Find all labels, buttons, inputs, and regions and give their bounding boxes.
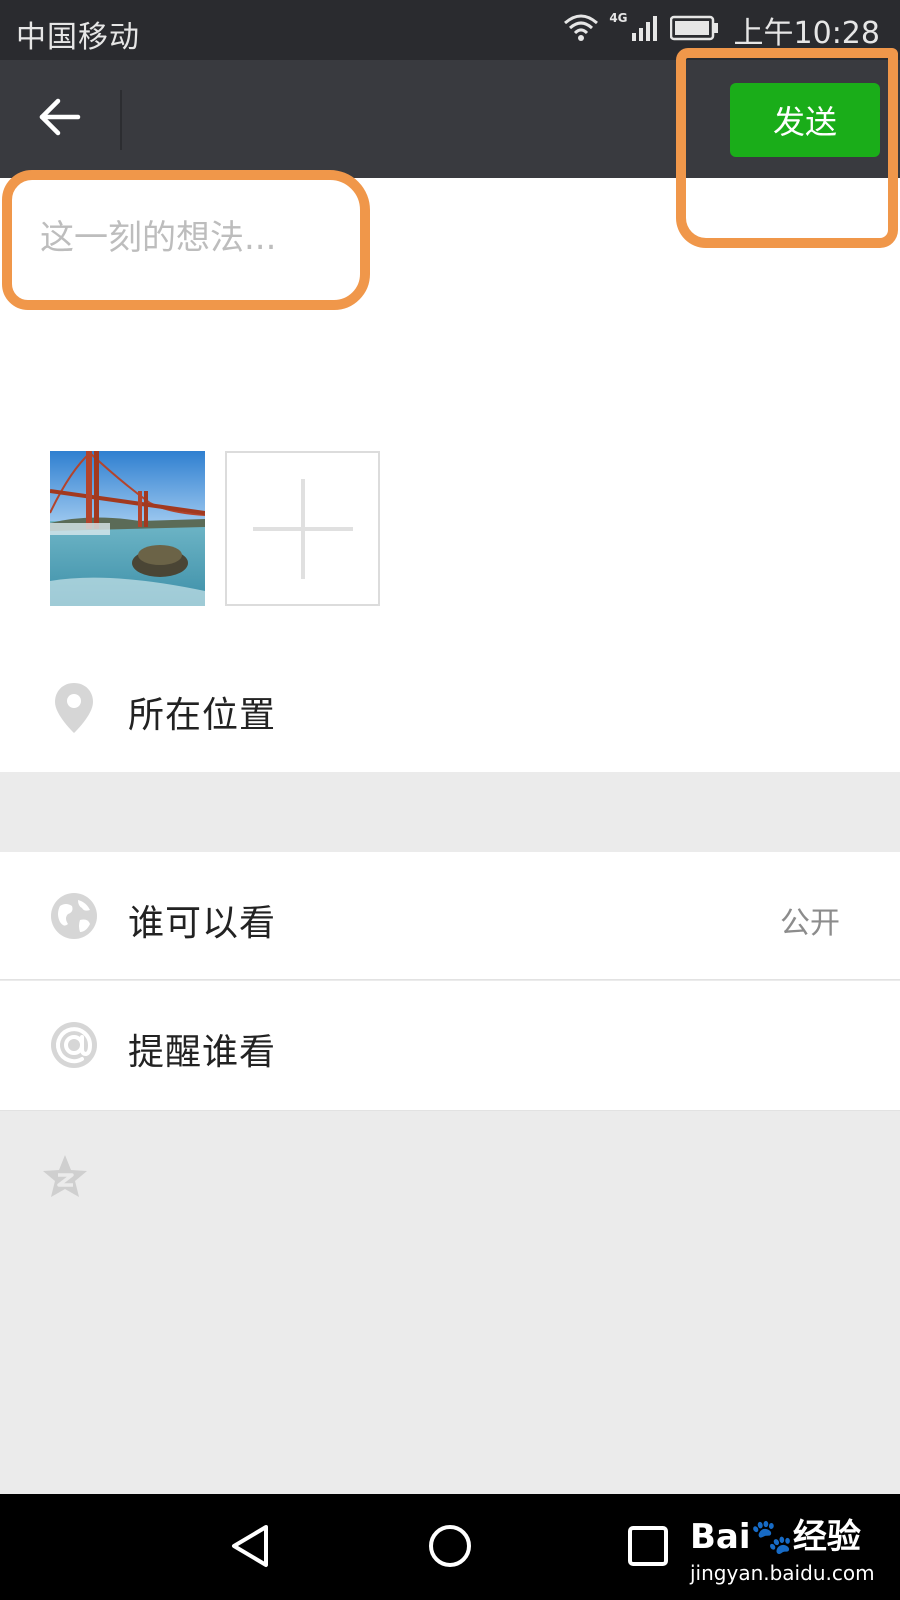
location-row[interactable]: 所在位置 — [0, 644, 900, 772]
status-icons: 4G 上午10:28 — [563, 10, 880, 51]
android-recents-button[interactable] — [620, 1520, 676, 1576]
carrier-name: 中国移动 — [16, 20, 140, 55]
android-back-button[interactable] — [222, 1520, 278, 1576]
android-home-button[interactable] — [422, 1520, 478, 1576]
network-type-label: 4G — [609, 11, 628, 25]
status-bar: 中国移动 4G 上午10:28 — [0, 0, 900, 60]
add-photo-button[interactable] — [225, 451, 380, 606]
signal-icon — [630, 13, 660, 47]
arrow-left-icon — [38, 97, 82, 141]
moments-compose-screen: 中国移动 4G 上午10:28 发送 这一刻的想法... 所在位置 谁可以看 公… — [0, 0, 900, 1600]
globe-icon — [50, 888, 98, 944]
nav-divider — [120, 90, 122, 150]
location-label: 所在位置 — [128, 695, 277, 736]
battery-icon — [669, 15, 720, 45]
wifi-icon — [563, 13, 599, 47]
send-button[interactable]: 发送 — [730, 83, 880, 157]
visibility-row[interactable]: 谁可以看 公开 — [0, 852, 900, 980]
mention-row[interactable]: 提醒谁看 — [0, 981, 900, 1111]
square-recents-icon — [626, 1524, 670, 1572]
visibility-value: 公开 — [780, 906, 840, 941]
photo-thumbnail[interactable] — [50, 451, 205, 606]
circle-home-icon — [427, 1523, 473, 1573]
back-button[interactable] — [30, 89, 90, 149]
golden-gate-bridge-photo — [50, 451, 205, 606]
visibility-label: 谁可以看 — [128, 903, 277, 944]
android-nav-bar — [0, 1494, 900, 1600]
thought-text-input[interactable] — [40, 198, 860, 278]
clock: 上午10:28 — [733, 16, 880, 51]
triangle-back-icon — [228, 1523, 272, 1573]
map-pin-icon — [50, 680, 98, 736]
mention-label: 提醒谁看 — [128, 1032, 277, 1073]
nav-bar: 发送 — [0, 60, 900, 178]
at-sign-icon — [50, 1017, 98, 1073]
qzone-star-icon[interactable] — [40, 1152, 90, 1202]
